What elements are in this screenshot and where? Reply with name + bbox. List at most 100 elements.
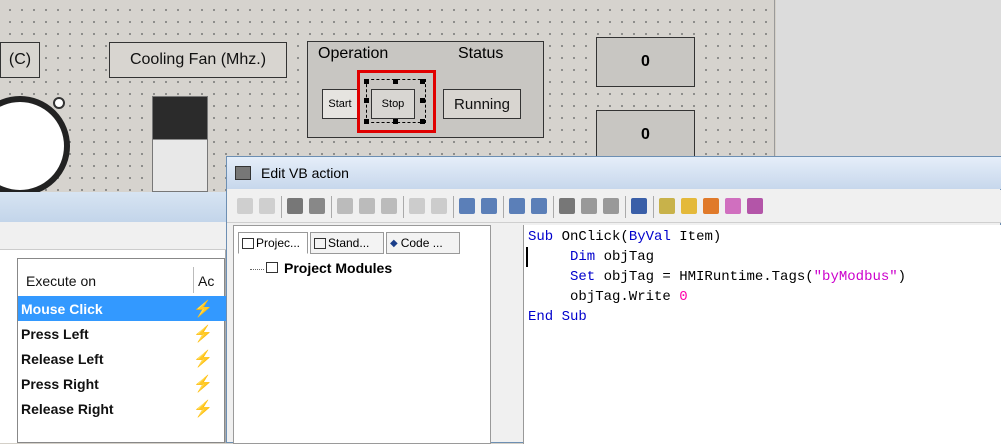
event-label: Press Right (21, 375, 99, 392)
tab-project[interactable]: Projec... (238, 232, 308, 254)
lightning-icon[interactable]: ⚡ (193, 399, 213, 419)
toolbar-separator (331, 196, 332, 218)
resize-handle[interactable] (393, 79, 398, 84)
event-label: Release Left (21, 350, 104, 367)
function-icon[interactable] (725, 198, 741, 214)
value-display-top[interactable]: 0 (596, 37, 695, 87)
gauge-knob-icon (53, 97, 65, 109)
editor-toolbar (227, 190, 1001, 223)
running-status-label: Running (443, 89, 521, 119)
replace-icon[interactable] (581, 198, 597, 214)
code-token: objTag = HMIRuntime.Tags( (595, 269, 814, 285)
gauge-graphic[interactable]: 70 80 (0, 96, 70, 196)
resize-handle[interactable] (420, 79, 425, 84)
event-row-press-left[interactable]: Press Left ⚡ (18, 321, 226, 346)
project-modules-icon (266, 262, 278, 273)
properties-panel-subheader (0, 222, 226, 250)
operation-label: Operation (318, 45, 389, 62)
toolbar-separator (653, 196, 654, 218)
module-browser: Projec... Stand... ◆ Code ... Project Mo… (233, 225, 491, 444)
code-token: Item) (670, 229, 722, 245)
paste-icon[interactable] (381, 198, 397, 214)
outdent-icon[interactable] (481, 198, 497, 214)
tag-icon[interactable] (631, 198, 647, 214)
module-icon (242, 237, 254, 249)
code-line-1: Sub OnClick(ByVal Item) (528, 229, 721, 249)
vfd-drive-image[interactable] (152, 96, 208, 192)
code-token: Dim (570, 249, 596, 265)
resize-handle[interactable] (364, 79, 369, 84)
undo-icon[interactable] (409, 198, 425, 214)
module-icon (314, 237, 326, 249)
goto-icon[interactable] (603, 198, 619, 214)
event-row-release-left[interactable]: Release Left ⚡ (18, 346, 226, 371)
toolbar-separator (625, 196, 626, 218)
code-editor[interactable]: Sub OnClick(ByVal Item) Dim objTag Set o… (523, 225, 1001, 444)
code-token: OnClick( (553, 229, 629, 245)
temperature-unit-label[interactable]: (C) (0, 42, 40, 78)
selection-frame (366, 79, 426, 123)
uncomment-icon[interactable] (531, 198, 547, 214)
event-row-release-right[interactable]: Release Right ⚡ (18, 396, 226, 421)
dialog-titlebar[interactable]: Edit VB action (227, 157, 1001, 189)
dialog-title: Edit VB action (261, 165, 349, 181)
code-line-3: Set objTag = HMIRuntime.Tags("byModbus") (570, 269, 906, 289)
lightning-icon[interactable]: ⚡ (193, 374, 213, 394)
code-token: ByVal (628, 229, 671, 245)
resize-handle[interactable] (420, 119, 425, 124)
events-list: Execute on Ac Mouse Click ⚡ Press Left ⚡… (17, 258, 226, 443)
lightning-icon[interactable]: ⚡ (193, 349, 213, 369)
properties-panel-titlebar (0, 192, 226, 222)
code-token: Sub (528, 229, 554, 245)
code-line-4: objTag.Write 0 (570, 289, 688, 309)
event-label: Press Left (21, 325, 89, 342)
tab-standard[interactable]: Stand... (310, 232, 384, 254)
resize-handle[interactable] (364, 119, 369, 124)
code-token: objTag.Write (570, 289, 680, 305)
align-left-icon[interactable] (237, 198, 253, 214)
event-label: Release Right (21, 400, 114, 417)
comment-icon[interactable] (509, 198, 525, 214)
code-token: End Sub (528, 309, 587, 325)
lightning-icon[interactable]: ⚡ (193, 324, 213, 344)
status-label: Status (458, 45, 504, 62)
tree-item-project-modules[interactable]: Project Modules (284, 260, 392, 276)
text-cursor (526, 247, 528, 267)
code-token: objTag (595, 249, 655, 265)
add-module-icon[interactable] (703, 198, 719, 214)
resize-handle[interactable] (364, 98, 369, 103)
execute-on-header[interactable]: Execute on (26, 273, 96, 289)
check-syntax-icon[interactable] (659, 198, 675, 214)
toolbar-separator (553, 196, 554, 218)
event-row-mouse-click[interactable]: Mouse Click ⚡ (18, 296, 226, 321)
tab-code[interactable]: ◆ Code ... (386, 232, 460, 254)
code-token: 0 (679, 289, 688, 305)
value-display-bottom[interactable]: 0 (596, 110, 695, 160)
format-icon[interactable] (747, 198, 763, 214)
align-icon[interactable] (259, 198, 275, 214)
tab-label: Code ... (400, 236, 443, 250)
copy-icon[interactable] (359, 198, 375, 214)
column-divider (193, 267, 194, 293)
resize-handle[interactable] (393, 119, 398, 124)
event-label: Mouse Click (21, 300, 103, 317)
find-icon[interactable] (559, 198, 575, 214)
cooling-fan-label[interactable]: Cooling Fan (Mhz.) (109, 42, 287, 78)
tree-connector (250, 269, 264, 270)
print-icon[interactable] (287, 198, 303, 214)
folder-icon[interactable] (681, 198, 697, 214)
redo-icon[interactable] (431, 198, 447, 214)
resize-handle[interactable] (420, 98, 425, 103)
code-token: "byModbus" (813, 269, 898, 285)
event-row-press-right[interactable]: Press Right ⚡ (18, 371, 226, 396)
vb-lightning-icon[interactable]: ⚡ (193, 299, 213, 319)
code-token: ) (897, 269, 907, 285)
indent-icon[interactable] (459, 198, 475, 214)
toolbar-separator (503, 196, 504, 218)
tab-label: Projec... (256, 236, 301, 250)
action-header[interactable]: Ac (198, 273, 214, 289)
code-icon: ◆ (390, 237, 398, 249)
start-button[interactable]: Start (322, 89, 358, 119)
print-preview-icon[interactable] (309, 198, 325, 214)
cut-icon[interactable] (337, 198, 353, 214)
